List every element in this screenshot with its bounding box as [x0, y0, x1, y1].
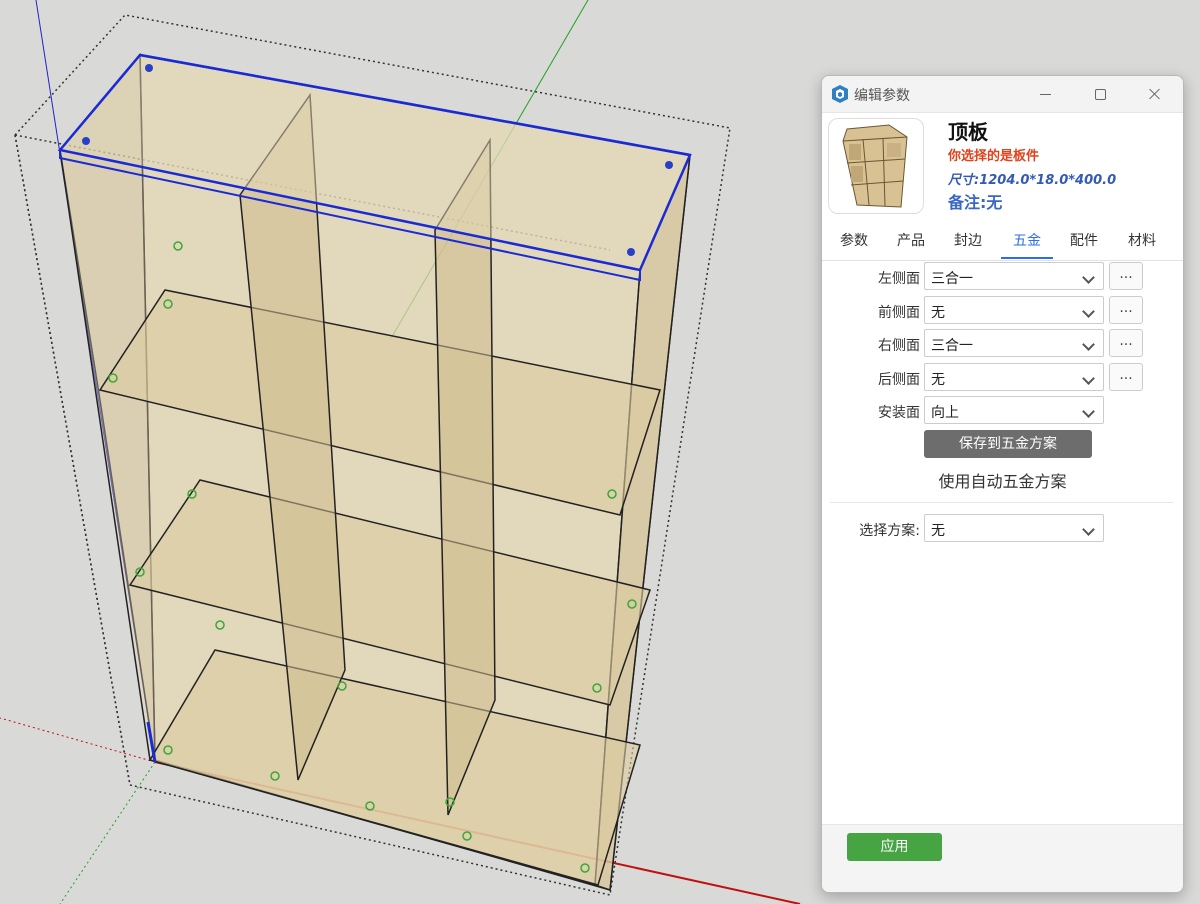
green-axis-dotted — [59, 761, 156, 904]
minimize-icon[interactable] — [1034, 82, 1058, 106]
dialog-title: 编辑参数 — [854, 88, 910, 104]
install-face-select[interactable]: 向上 — [924, 396, 1104, 424]
tab-materials[interactable]: 材料 — [1118, 224, 1166, 259]
tab-bar: 参数 产品 封边 五金 配件 材料 — [822, 224, 1183, 261]
install-face-label: 安装面 — [878, 405, 920, 421]
close-icon[interactable] — [1143, 82, 1167, 106]
sketchup-icon — [832, 85, 848, 103]
product-thumbnail — [828, 118, 924, 214]
edit-params-dialog: 编辑参数 顶板 你选择的是板件 尺寸:1204.0*18.0*400.0 备注:… — [821, 75, 1184, 893]
shelves — [98, 289, 661, 886]
chevron-down-icon — [1082, 372, 1095, 385]
right-face-select[interactable]: 三合一 — [924, 329, 1104, 357]
panel-note: 备注:无 — [948, 193, 1003, 212]
right-face-label: 右侧面 — [878, 338, 920, 354]
chevron-down-icon — [1082, 405, 1095, 418]
maximize-icon[interactable] — [1088, 82, 1112, 106]
left-face-more-button[interactable]: ... — [1109, 262, 1143, 290]
left-face-select[interactable]: 三合一 — [924, 262, 1104, 290]
chevron-down-icon — [1082, 271, 1095, 284]
save-hardware-scheme-button[interactable]: 保存到五金方案 — [924, 430, 1092, 458]
red-axis-dotted — [0, 717, 156, 763]
left-face-label: 左侧面 — [878, 271, 920, 287]
tab-edgebanding[interactable]: 封边 — [944, 224, 992, 259]
tab-hardware[interactable]: 五金 — [1001, 224, 1053, 259]
panel-size: 尺寸:1204.0*18.0*400.0 — [948, 173, 1117, 188]
front-face-label: 前侧面 — [878, 305, 920, 321]
apply-button[interactable]: 应用 — [847, 833, 942, 861]
divider — [830, 502, 1173, 503]
front-face-select[interactable]: 无 — [924, 296, 1104, 324]
back-face-select[interactable]: 无 — [924, 363, 1104, 391]
tab-accessories[interactable]: 配件 — [1060, 224, 1108, 259]
selection-type: 你选择的是板件 — [948, 149, 1040, 164]
front-face-more-button[interactable]: ... — [1109, 296, 1143, 324]
chevron-down-icon — [1082, 523, 1095, 536]
tab-product[interactable]: 产品 — [887, 224, 935, 259]
auto-hardware-link[interactable]: 使用自动五金方案 — [822, 468, 1183, 492]
panel-name: 顶板 — [948, 120, 988, 144]
scheme-select[interactable]: 无 — [924, 514, 1104, 542]
chevron-down-icon — [1082, 305, 1095, 318]
tab-params[interactable]: 参数 — [830, 224, 878, 259]
scheme-label: 选择方案: — [859, 523, 920, 539]
dialog-footer: 应用 — [822, 824, 1183, 892]
back-face-more-button[interactable]: ... — [1109, 363, 1143, 391]
right-face-more-button[interactable]: ... — [1109, 329, 1143, 357]
title-bar[interactable]: 编辑参数 — [822, 76, 1183, 113]
chevron-down-icon — [1082, 338, 1095, 351]
back-face-label: 后侧面 — [878, 372, 920, 388]
